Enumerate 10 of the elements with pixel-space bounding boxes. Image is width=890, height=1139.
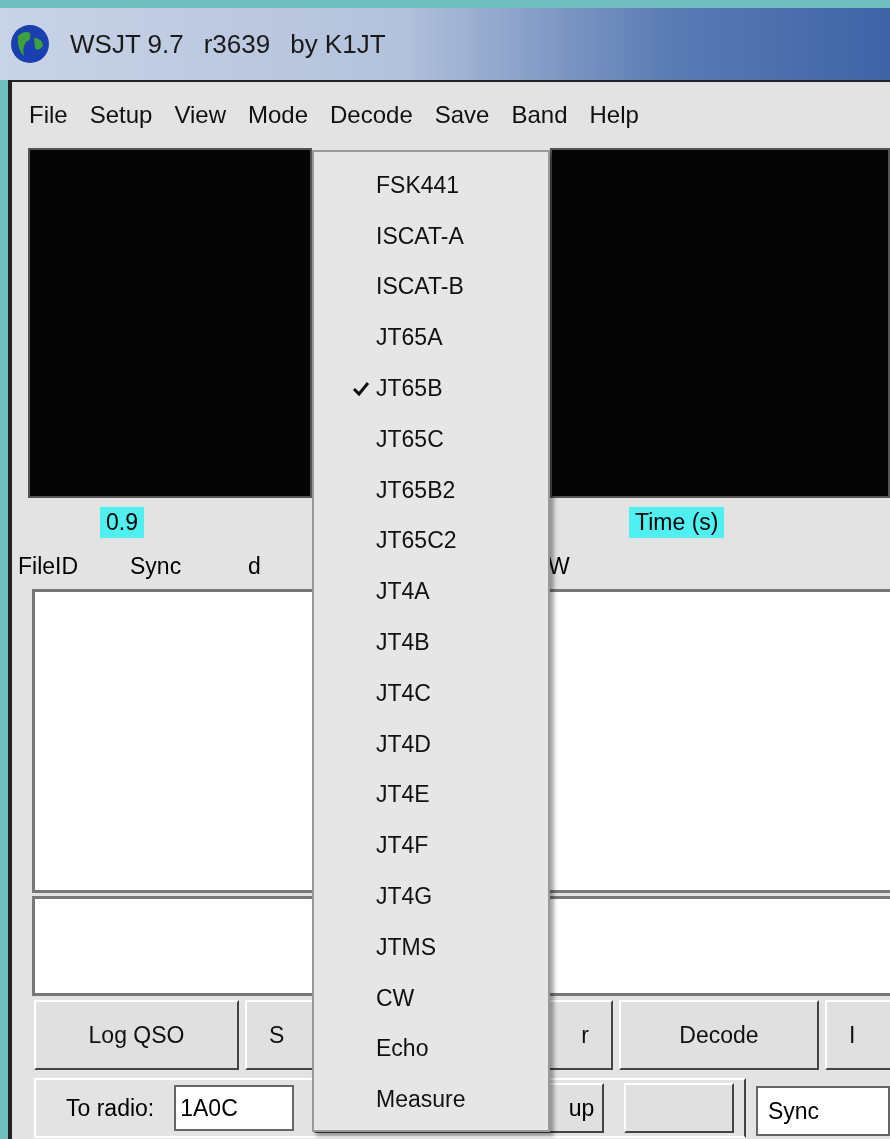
- column-header: d: [248, 552, 262, 580]
- column-header: W: [548, 552, 571, 580]
- axis-label: Time (s): [629, 506, 725, 538]
- to-radio-label: To radio:: [66, 1094, 155, 1122]
- window-title: WSJT 9.7: [70, 28, 184, 60]
- axis-label: 0.9: [100, 506, 144, 538]
- author-text: by K1JT: [290, 28, 386, 60]
- column-header: FileID: [18, 552, 80, 580]
- column-header: Sync: [130, 552, 183, 580]
- revision-text: r3639: [203, 28, 271, 60]
